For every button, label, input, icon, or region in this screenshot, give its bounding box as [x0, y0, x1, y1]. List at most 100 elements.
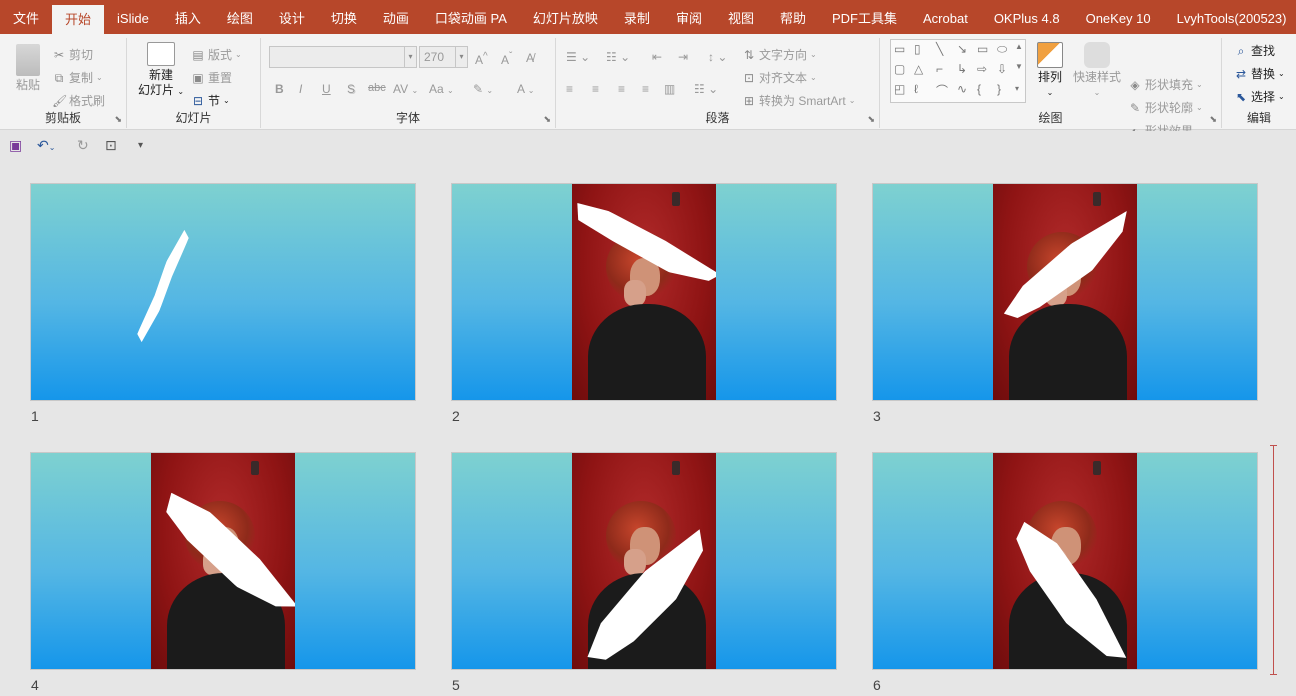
vertical-textbox-shape-icon[interactable]: ▯ — [914, 42, 921, 56]
dialog-launcher-icon[interactable]: ⬊ — [1209, 114, 1217, 125]
change-case-button[interactable]: Aa ⌄ — [429, 82, 454, 96]
highlight-button[interactable]: ✎ ⌄ — [473, 82, 493, 96]
shrink-font-icon[interactable]: Aˇ — [501, 51, 512, 67]
columns-icon[interactable]: ☷ ⌄ — [694, 82, 718, 96]
freeform-shape-icon[interactable]: ◰ — [894, 82, 905, 96]
tab-home[interactable]: 开始 — [52, 5, 105, 34]
group-label-paragraph: 段落 — [705, 111, 730, 125]
align-left-icon[interactable]: ≡ — [566, 82, 573, 96]
redo-icon[interactable]: ↻ — [77, 137, 89, 154]
tab-pocket-animation[interactable]: 口袋动画 PA — [422, 0, 520, 34]
layout-button[interactable]: ▤ 版式 ⌄ — [191, 46, 241, 63]
quick-styles-button[interactable]: 快速样式 ⌄ — [1070, 42, 1124, 100]
numbering-icon[interactable]: ☷ ⌄ — [606, 50, 630, 64]
arc-shape-icon[interactable]: ⌒ — [936, 82, 948, 99]
cut-button[interactable]: ✂ 剪切 — [52, 46, 93, 63]
slide-thumbnail-3[interactable] — [872, 183, 1258, 401]
slide-thumbnail-6[interactable] — [872, 452, 1258, 670]
line-spacing-icon[interactable]: ↕ ⌄ — [708, 50, 727, 64]
grow-font-icon[interactable]: A^ — [475, 51, 488, 67]
undo-icon[interactable]: ↶⌄ — [37, 137, 55, 154]
right-brace-shape-icon[interactable]: } — [997, 82, 1001, 96]
bullets-icon[interactable]: ☰ ⌄ — [566, 50, 590, 64]
dialog-launcher-icon[interactable]: ⬊ — [867, 114, 875, 125]
line-shape-icon[interactable]: ╲ — [936, 42, 943, 56]
distributed-icon[interactable]: ▥ — [664, 82, 675, 96]
paste-button[interactable]: 粘贴 — [8, 44, 48, 93]
right-arrow-shape-icon[interactable]: ⇨ — [977, 62, 987, 76]
convert-smartart-button[interactable]: ⊞ 转换为 SmartArt ⌄ — [742, 92, 855, 109]
oval-shape-icon[interactable]: ⬭ — [997, 42, 1007, 57]
new-slide-button[interactable]: 新建 幻灯片 ⌄ — [135, 42, 187, 99]
tab-insert[interactable]: 插入 — [162, 0, 214, 34]
align-right-icon[interactable]: ≡ — [618, 82, 625, 96]
copy-button[interactable]: ⧉ 复制 ⌄ — [52, 69, 103, 86]
char-spacing-button[interactable]: AV ⌄ — [393, 82, 418, 96]
align-text-button[interactable]: ⊡ 对齐文本 ⌄ — [742, 69, 817, 86]
gallery-scroll-down-icon[interactable]: ▼ — [1015, 62, 1023, 71]
increase-indent-icon[interactable]: ⇥ — [678, 50, 688, 64]
font-size-combo[interactable]: 270 ▾ — [419, 46, 468, 68]
italic-button[interactable]: I — [299, 82, 302, 96]
customize-toolbar-icon[interactable]: ▾ — [138, 140, 143, 151]
font-color-button[interactable]: A ⌄ — [517, 82, 534, 96]
tab-onekey[interactable]: OneKey 10 — [1073, 0, 1164, 34]
textbox-shape-icon[interactable]: ▭ — [894, 42, 905, 56]
tab-pdf-tools[interactable]: PDF工具集 — [819, 0, 910, 34]
tab-animations[interactable]: 动画 — [370, 0, 422, 34]
tab-view[interactable]: 视图 — [715, 0, 767, 34]
rectangle-shape-icon[interactable]: ▭ — [977, 42, 988, 56]
section-button[interactable]: ⊟ 节 ⌄ — [191, 92, 230, 109]
font-name-combo[interactable]: ▾ — [269, 46, 417, 68]
save-icon[interactable]: ▣ — [9, 137, 22, 154]
tab-record[interactable]: 录制 — [611, 0, 663, 34]
tab-draw[interactable]: 绘图 — [214, 0, 266, 34]
tab-lvyhtools[interactable]: LvyhTools(200523) — [1164, 0, 1296, 34]
shapes-gallery[interactable]: ▭ ▯ ╲ ↘ ▭ ⬭ ▢ △ ⌐ ↳ ⇨ ⇩ ◰ ℓ ⌒ ∿ { } ▲ ▼ … — [890, 39, 1026, 103]
find-button[interactable]: ⌕ 查找 — [1234, 42, 1275, 59]
tab-okplus[interactable]: OKPlus 4.8 — [981, 0, 1073, 34]
tab-transitions[interactable]: 切换 — [318, 0, 370, 34]
slide-thumbnail-5[interactable] — [451, 452, 837, 670]
left-brace-shape-icon[interactable]: { — [977, 82, 981, 96]
wave-shape-icon[interactable]: ∿ — [957, 82, 967, 96]
tab-review[interactable]: 审阅 — [663, 0, 715, 34]
reset-button[interactable]: ▣ 重置 — [191, 69, 232, 86]
rounded-rect-shape-icon[interactable]: ▢ — [894, 62, 905, 76]
format-painter-button[interactable]: 🖌 格式刷 — [52, 92, 105, 109]
arrange-button[interactable]: 排列 ⌄ — [1030, 42, 1070, 100]
strikethrough-button[interactable]: abc — [368, 82, 386, 94]
slide-thumbnail-2[interactable] — [451, 183, 837, 401]
start-slideshow-icon[interactable]: ⊡ — [105, 137, 117, 154]
elbow-connector-shape-icon[interactable]: ⌐ — [936, 62, 943, 76]
tab-acrobat[interactable]: Acrobat — [910, 0, 981, 34]
tab-file[interactable]: 文件 — [0, 0, 52, 34]
tab-design[interactable]: 设计 — [266, 0, 318, 34]
scribble-shape-icon[interactable]: ℓ — [914, 82, 918, 96]
tab-islide[interactable]: iSlide — [104, 0, 162, 34]
bold-button[interactable]: B — [275, 82, 284, 96]
tab-slideshow[interactable]: 幻灯片放映 — [520, 0, 611, 34]
gallery-scroll-up-icon[interactable]: ▲ — [1015, 42, 1023, 51]
curved-connector-shape-icon[interactable]: ↳ — [957, 62, 967, 76]
align-center-icon[interactable]: ≡ — [592, 82, 599, 96]
tab-help[interactable]: 帮助 — [767, 0, 819, 34]
down-arrow-shape-icon[interactable]: ⇩ — [997, 62, 1007, 76]
justify-icon[interactable]: ≡ — [642, 82, 649, 96]
clear-format-icon[interactable]: A̸ — [526, 51, 534, 65]
shape-outline-button[interactable]: ✎ 形状轮廓 ⌄ — [1128, 99, 1203, 116]
underline-button[interactable]: U — [322, 82, 331, 96]
slide-thumbnail-4[interactable] — [30, 452, 416, 670]
text-direction-button[interactable]: ⇅ 文字方向 ⌄ — [742, 46, 817, 63]
slide-thumbnail-1[interactable] — [30, 183, 416, 401]
dialog-launcher-icon[interactable]: ⬊ — [543, 114, 551, 125]
replace-button[interactable]: ⇄ 替换 ⌄ — [1234, 65, 1285, 82]
gallery-more-icon[interactable]: ▾ — [1015, 84, 1019, 93]
shape-fill-button[interactable]: ◈ 形状填充 ⌄ — [1128, 76, 1202, 93]
select-button[interactable]: ⬉ 选择 ⌄ — [1234, 88, 1285, 105]
arrow-line-shape-icon[interactable]: ↘ — [957, 42, 967, 56]
triangle-shape-icon[interactable]: △ — [914, 62, 923, 76]
shadow-button[interactable]: S — [347, 82, 355, 96]
dialog-launcher-icon[interactable]: ⬊ — [114, 114, 122, 125]
decrease-indent-icon[interactable]: ⇤ — [652, 50, 662, 64]
